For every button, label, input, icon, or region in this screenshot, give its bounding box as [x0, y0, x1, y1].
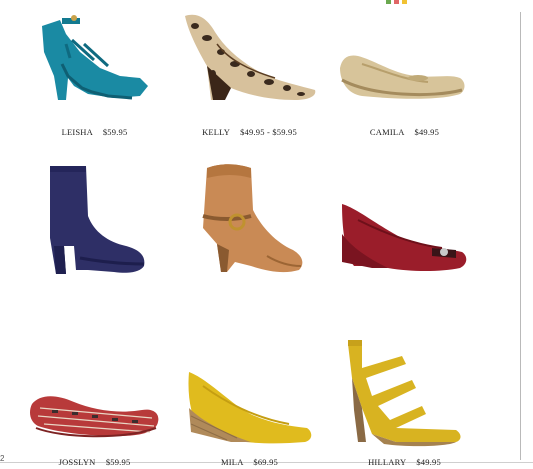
product-name[interactable]: MILA	[221, 457, 243, 467]
product-price: $59.95	[105, 457, 131, 467]
product-image[interactable]	[177, 338, 322, 448]
product-caption[interactable]: CAMILA $49.95	[332, 127, 477, 137]
product-image[interactable]	[332, 338, 477, 448]
product-name[interactable]: CAMILA	[370, 127, 404, 137]
product-image[interactable]	[22, 158, 167, 282]
product-image[interactable]	[22, 338, 167, 448]
product-name[interactable]: LEISHA	[62, 127, 93, 137]
product-caption[interactable]: LEISHA $59.95	[22, 127, 167, 137]
product-caption[interactable]: MILA $69.95	[177, 457, 322, 467]
corner-glyph: 2	[0, 454, 5, 463]
product-price: $69.95	[253, 457, 278, 467]
product-name[interactable]: KELLY	[202, 127, 230, 137]
product-name[interactable]: JOSSLYN	[59, 457, 96, 467]
product-price: $59.95	[102, 127, 128, 137]
product-name[interactable]: HILLARY	[368, 457, 406, 467]
product-image[interactable]	[177, 158, 322, 282]
product-image[interactable]	[177, 4, 322, 114]
product-price: $49.95	[416, 457, 441, 467]
product-image[interactable]	[22, 4, 167, 114]
product-price: $49.95 - $59.95	[240, 127, 297, 137]
product-image[interactable]	[332, 4, 477, 114]
product-caption[interactable]: HILLARY $49.95	[332, 457, 477, 467]
product-caption[interactable]: JOSSLYN $59.95	[22, 457, 167, 467]
product-caption[interactable]: KELLY $49.95 - $59.95	[177, 127, 322, 137]
product-image[interactable]	[332, 158, 477, 282]
right-divider	[520, 12, 521, 460]
product-grid-page: 2 LEISHA $59.95 KELLY $49.95 - $59.95 CA…	[0, 0, 533, 469]
product-price: $49.95	[414, 127, 440, 137]
